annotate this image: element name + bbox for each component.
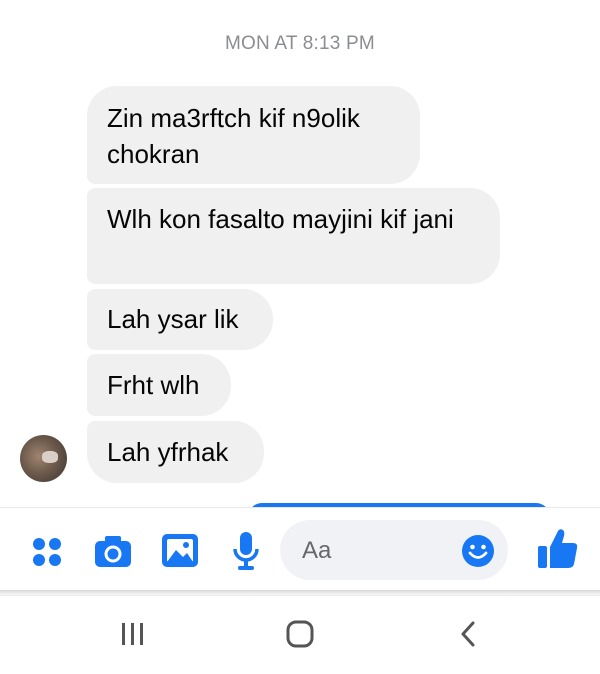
message-bubble[interactable]: Zin ma3rftch kif n9olik chokran [87, 86, 420, 184]
message-timestamp: MON AT 8:13 PM [225, 33, 375, 54]
back-icon[interactable] [456, 620, 480, 648]
home-icon[interactable] [284, 618, 316, 650]
camera-icon[interactable] [94, 533, 132, 569]
more-apps-icon[interactable] [30, 535, 64, 569]
recent-apps-icon[interactable] [119, 620, 147, 648]
message-bubble[interactable]: Frht wlh [87, 354, 231, 416]
thumbs-up-icon[interactable] [537, 527, 579, 571]
message-bubble[interactable]: Wlh kon fasalto mayjini kif jani [87, 188, 500, 284]
sender-avatar[interactable] [20, 435, 67, 482]
gallery-icon[interactable] [161, 533, 199, 569]
message-input[interactable] [300, 520, 464, 582]
microphone-icon[interactable] [231, 530, 261, 572]
message-bubble[interactable]: Lah yfrhak [87, 421, 264, 483]
emoji-icon[interactable] [461, 534, 495, 568]
message-bubble[interactable]: Lah ysar lik [87, 289, 273, 350]
